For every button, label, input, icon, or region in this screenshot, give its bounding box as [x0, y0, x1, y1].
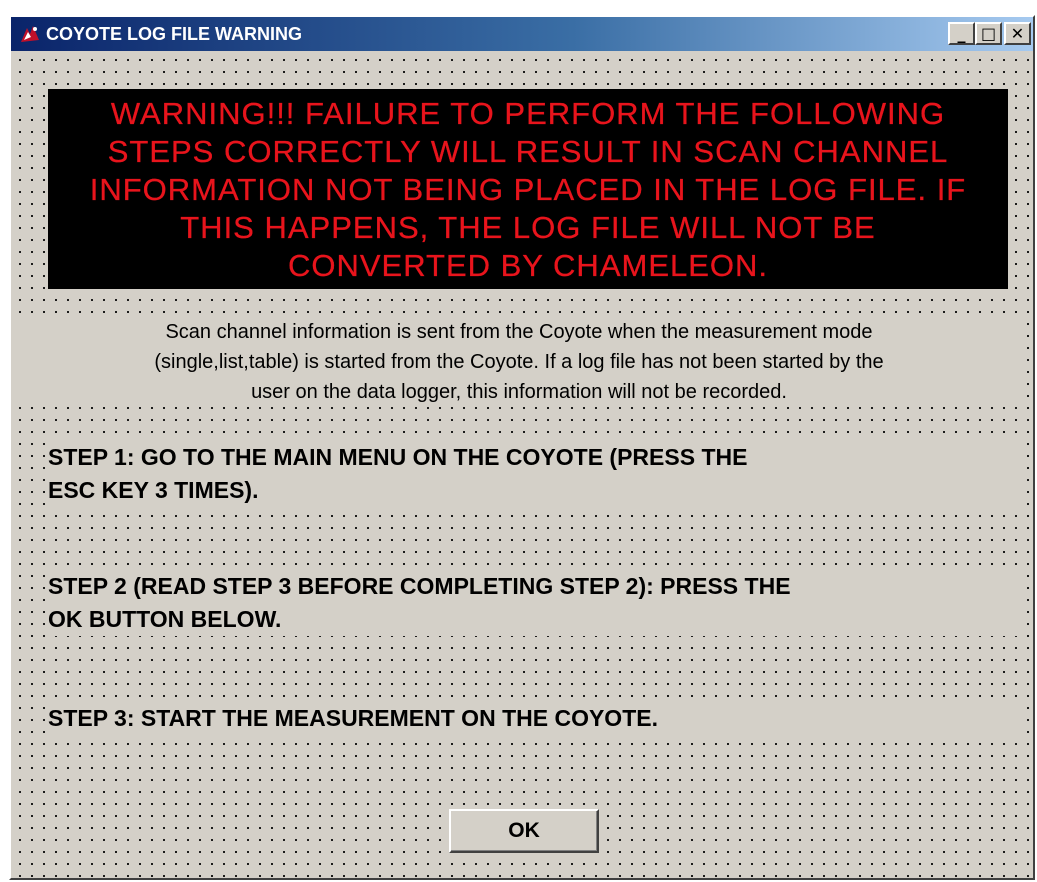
info-line: (single,list,table) is started from the …	[154, 351, 884, 373]
step-line: STEP 2 (READ STEP 3 BEFORE COMPLETING ST…	[48, 573, 791, 599]
step-1-instruction: STEP 1: GO TO THE MAIN MENU ON THE COYOT…	[48, 441, 1018, 507]
warning-line: CONVERTED BY CHAMELEON.	[287, 248, 769, 283]
warning-line: WARNING!!! FAILURE TO PERFORM THE FOLLOW…	[110, 96, 946, 131]
caption-buttons: _ □ ✕	[948, 22, 1031, 45]
info-paragraph: Scan channel information is sent from th…	[19, 317, 1019, 407]
maximize-button[interactable]: □	[975, 22, 1002, 45]
coyote-app-icon[interactable]	[18, 22, 42, 46]
step-line: STEP 3: START THE MEASUREMENT ON THE COY…	[48, 705, 658, 731]
step-2-instruction: STEP 2 (READ STEP 3 BEFORE COMPLETING ST…	[48, 570, 1018, 636]
ok-button[interactable]: OK	[449, 809, 599, 853]
warning-line: INFORMATION NOT BEING PLACED IN THE LOG …	[89, 172, 967, 207]
close-icon: ✕	[1010, 23, 1025, 43]
close-button[interactable]: ✕	[1004, 22, 1031, 45]
step-line: STEP 1: GO TO THE MAIN MENU ON THE COYOT…	[48, 444, 748, 470]
info-line: Scan channel information is sent from th…	[165, 321, 873, 343]
step-3-instruction: STEP 3: START THE MEASUREMENT ON THE COY…	[48, 702, 1018, 735]
info-line: user on the data logger, this informatio…	[251, 381, 787, 403]
maximize-icon: □	[980, 23, 997, 43]
window-title: COYOTE LOG FILE WARNING	[46, 23, 302, 44]
step-line: ESC KEY 3 TIMES).	[48, 477, 259, 503]
title-bar[interactable]: COYOTE LOG FILE WARNING _ □ ✕	[11, 17, 1033, 51]
warning-line: STEPS CORRECTLY WILL RESULT IN SCAN CHAN…	[107, 134, 949, 169]
warning-line: THIS HAPPENS, THE LOG FILE WILL NOT BE	[180, 210, 876, 245]
warning-dialog: COYOTE LOG FILE WARNING _ □ ✕ WARNING!!!…	[9, 15, 1035, 880]
warning-banner: WARNING!!! FAILURE TO PERFORM THE FOLLOW…	[48, 89, 1008, 289]
step-line: OK BUTTON BELOW.	[48, 606, 282, 632]
dialog-body: WARNING!!! FAILURE TO PERFORM THE FOLLOW…	[11, 51, 1033, 878]
minimize-button[interactable]: _	[948, 22, 975, 45]
minimize-icon: _	[957, 23, 966, 43]
